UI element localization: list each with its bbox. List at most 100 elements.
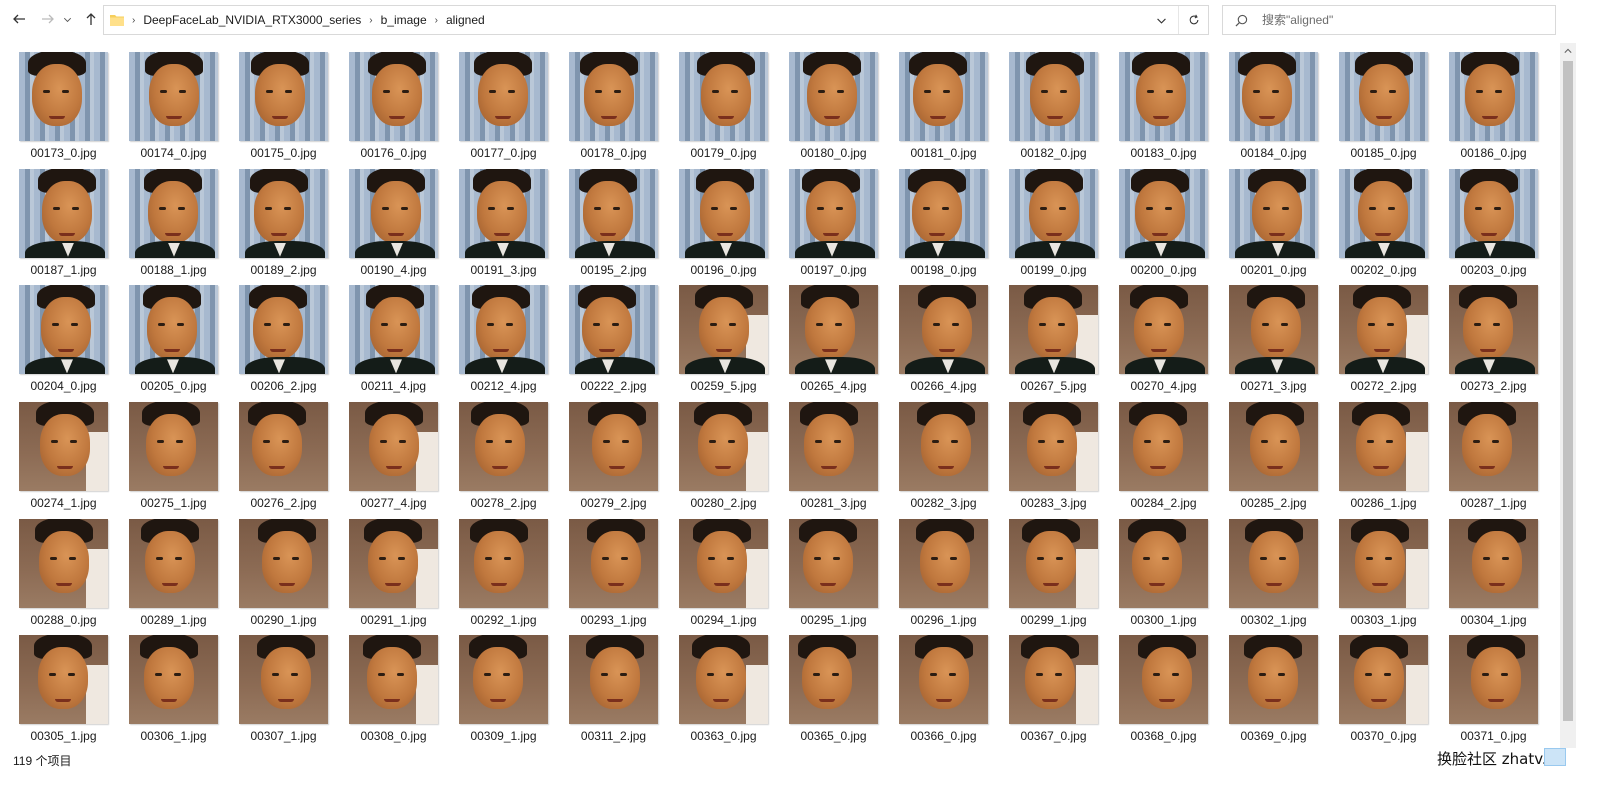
file-item[interactable]: 00197_0.jpg [789,168,878,286]
search-input[interactable] [1262,13,1542,27]
file-item[interactable]: 00212_4.jpg [459,285,548,402]
file-item[interactable]: 00305_1.jpg [19,635,108,748]
back-button[interactable] [8,8,30,30]
breadcrumb-item[interactable]: b_image [381,13,427,27]
file-item[interactable]: 00176_0.jpg [349,52,438,169]
scroll-up-icon[interactable] [1560,43,1576,59]
file-item[interactable]: 00281_3.jpg [789,402,878,519]
file-item[interactable]: 00285_2.jpg [1229,402,1318,519]
file-item[interactable]: 00371_0.jpg [1449,635,1538,748]
file-item[interactable]: 00311_2.jpg [569,635,658,748]
file-item[interactable]: 00288_0.jpg [19,518,108,636]
file-item[interactable]: 00283_3.jpg [1009,402,1098,519]
file-item[interactable]: 00177_0.jpg [459,52,548,169]
file-item[interactable]: 00303_1.jpg [1339,518,1428,636]
file-item[interactable]: 00307_1.jpg [239,635,328,748]
file-item[interactable]: 00199_0.jpg [1009,168,1098,286]
file-item[interactable]: 00366_0.jpg [899,635,988,748]
file-item[interactable]: 00203_0.jpg [1449,168,1538,286]
file-item[interactable]: 00300_1.jpg [1119,518,1208,636]
file-item[interactable]: 00186_0.jpg [1449,52,1538,169]
file-item[interactable]: 00222_2.jpg [569,285,658,402]
file-item[interactable]: 00187_1.jpg [19,168,108,286]
file-item[interactable]: 00368_0.jpg [1119,635,1208,748]
file-item[interactable]: 00367_0.jpg [1009,635,1098,748]
file-item[interactable]: 00185_0.jpg [1339,52,1428,169]
file-item[interactable]: 00284_2.jpg [1119,402,1208,519]
file-item[interactable]: 00276_2.jpg [239,402,328,519]
file-item[interactable]: 00369_0.jpg [1229,635,1318,748]
file-item[interactable]: 00294_1.jpg [679,518,768,636]
file-item[interactable]: 00286_1.jpg [1339,402,1428,519]
file-item[interactable]: 00363_0.jpg [679,635,768,748]
search-box[interactable] [1222,5,1556,35]
file-item[interactable]: 00267_5.jpg [1009,285,1098,402]
file-item[interactable]: 00179_0.jpg [679,52,768,169]
file-item[interactable]: 00277_4.jpg [349,402,438,519]
file-item[interactable]: 00204_0.jpg [19,285,108,402]
file-item[interactable]: 00289_1.jpg [129,518,218,636]
file-item[interactable]: 00205_0.jpg [129,285,218,402]
file-item[interactable]: 00290_1.jpg [239,518,328,636]
file-item[interactable]: 00202_0.jpg [1339,168,1428,286]
file-item[interactable]: 00184_0.jpg [1229,52,1318,169]
file-item[interactable]: 00191_3.jpg [459,168,548,286]
file-item[interactable]: 00201_0.jpg [1229,168,1318,286]
scrollbar-thumb[interactable] [1563,61,1573,721]
file-item[interactable]: 00308_0.jpg [349,635,438,748]
breadcrumb-item[interactable]: DeepFaceLab_NVIDIA_RTX3000_series [143,13,361,27]
file-item[interactable]: 00287_1.jpg [1449,402,1538,519]
file-item[interactable]: 00259_5.jpg [679,285,768,402]
file-item[interactable]: 00370_0.jpg [1339,635,1428,748]
chevron-right-icon[interactable]: › [435,15,438,26]
file-item[interactable]: 00211_4.jpg [349,285,438,402]
file-item[interactable]: 00309_1.jpg [459,635,548,748]
up-button[interactable] [80,8,102,30]
file-item[interactable]: 00274_1.jpg [19,402,108,519]
file-item[interactable]: 00182_0.jpg [1009,52,1098,169]
file-item[interactable]: 00188_1.jpg [129,168,218,286]
file-item[interactable]: 00306_1.jpg [129,635,218,748]
file-item[interactable]: 00291_1.jpg [349,518,438,636]
vertical-scrollbar[interactable] [1560,43,1576,748]
file-item[interactable]: 00272_2.jpg [1339,285,1428,402]
file-item[interactable]: 00292_1.jpg [459,518,548,636]
file-item[interactable]: 00270_4.jpg [1119,285,1208,402]
file-item[interactable]: 00198_0.jpg [899,168,988,286]
file-view[interactable]: 00173_0.jpg 00174_0.jpg 00175_0.jpg 00176_0… [0,43,1560,748]
file-item[interactable]: 00273_2.jpg [1449,285,1538,402]
file-item[interactable]: 00296_1.jpg [899,518,988,636]
address-history-button[interactable] [1150,6,1172,34]
file-item[interactable]: 00180_0.jpg [789,52,878,169]
address-bar[interactable]: › DeepFaceLab_NVIDIA_RTX3000_series › b_… [103,5,1209,35]
file-item[interactable]: 00279_2.jpg [569,402,658,519]
file-item[interactable]: 00280_2.jpg [679,402,768,519]
file-item[interactable]: 00183_0.jpg [1119,52,1208,169]
file-item[interactable]: 00275_1.jpg [129,402,218,519]
file-item[interactable]: 00189_2.jpg [239,168,328,286]
refresh-button[interactable] [1178,6,1208,34]
recent-locations-button[interactable] [60,8,74,30]
file-item[interactable]: 00365_0.jpg [789,635,878,748]
file-item[interactable]: 00175_0.jpg [239,52,328,169]
file-item[interactable]: 00302_1.jpg [1229,518,1318,636]
file-item[interactable]: 00174_0.jpg [129,52,218,169]
forward-button[interactable] [37,8,59,30]
file-item[interactable]: 00295_1.jpg [789,518,878,636]
file-item[interactable]: 00181_0.jpg [899,52,988,169]
file-item[interactable]: 00195_2.jpg [569,168,658,286]
file-item[interactable]: 00265_4.jpg [789,285,878,402]
file-item[interactable]: 00178_0.jpg [569,52,658,169]
file-item[interactable]: 00266_4.jpg [899,285,988,402]
file-item[interactable]: 00282_3.jpg [899,402,988,519]
file-item[interactable]: 00196_0.jpg [679,168,768,286]
chevron-right-icon[interactable]: › [369,15,372,26]
file-item[interactable]: 00278_2.jpg [459,402,548,519]
file-item[interactable]: 00299_1.jpg [1009,518,1098,636]
file-item[interactable]: 00190_4.jpg [349,168,438,286]
breadcrumb-item[interactable]: aligned [446,13,485,27]
file-item[interactable]: 00200_0.jpg [1119,168,1208,286]
file-item[interactable]: 00304_1.jpg [1449,518,1538,636]
large-icons-view-button[interactable] [1544,748,1566,766]
file-item[interactable]: 00293_1.jpg [569,518,658,636]
